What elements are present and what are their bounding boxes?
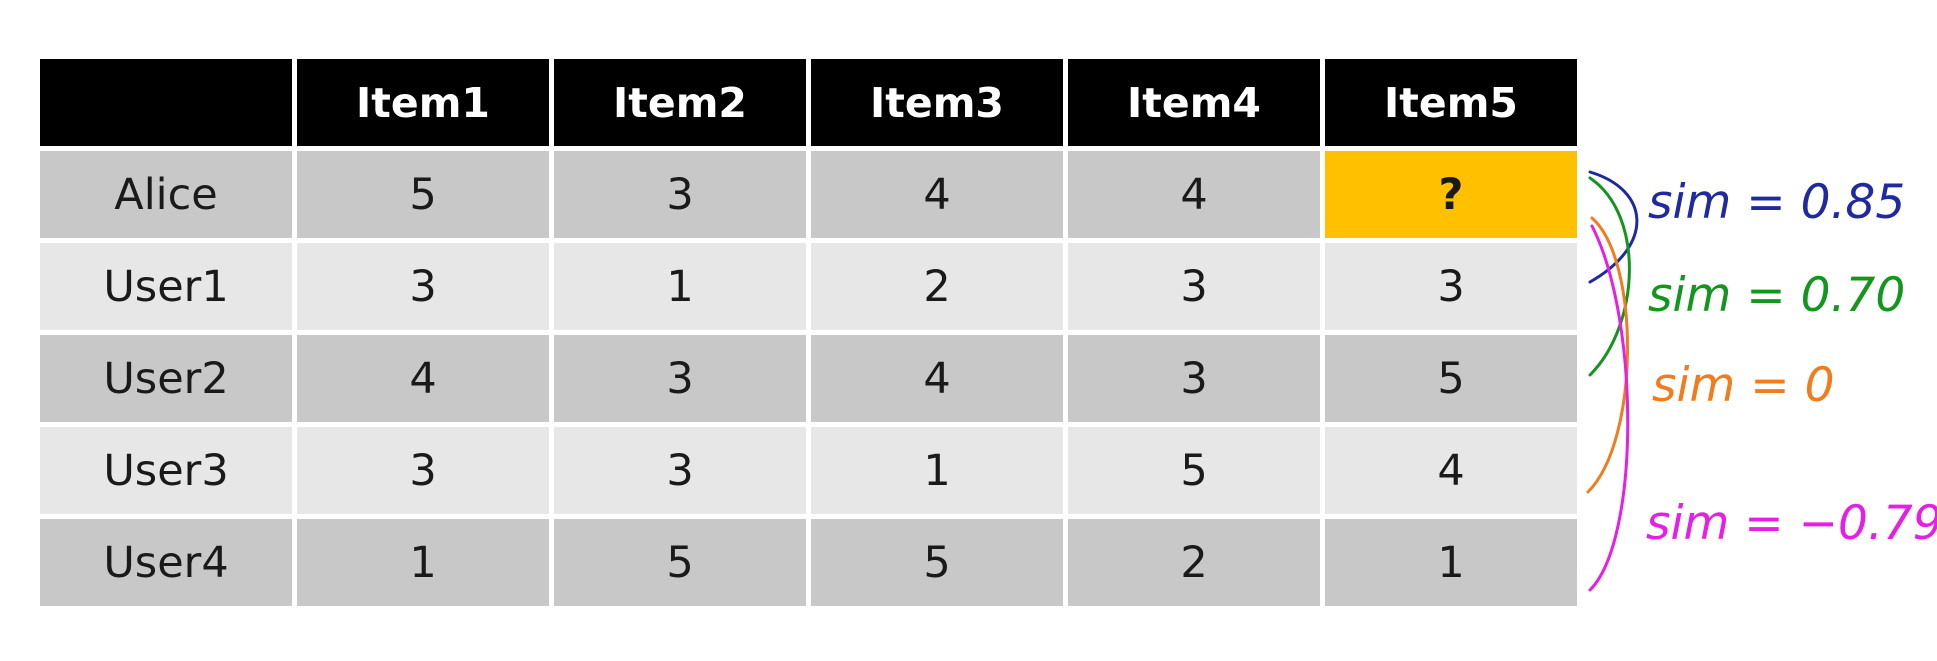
sim-note-user1: sim = 0.85 [1648, 175, 1906, 230]
sim-note-user3: sim = 0 [1652, 358, 1835, 413]
sim-note-user2: sim = 0.70 [1648, 268, 1906, 323]
sim-note-user4: sim = −0.79 [1646, 496, 1937, 551]
handwritten-brackets [1586, 170, 1639, 592]
